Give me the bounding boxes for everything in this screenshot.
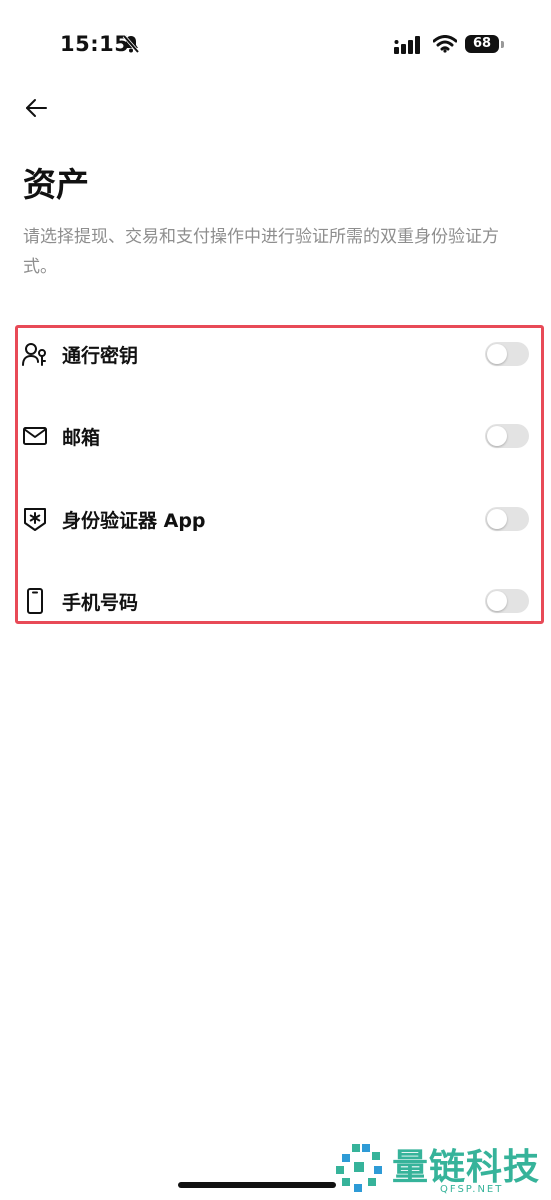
option-authenticator[interactable]: 身份验证器 App xyxy=(22,499,532,539)
authenticator-toggle[interactable] xyxy=(485,507,529,531)
page-description: 请选择提现、交易和支付操作中进行验证所需的双重身份验证方式。 xyxy=(23,227,499,277)
watermark-logo-icon xyxy=(336,1144,382,1192)
toggle-knob xyxy=(487,509,507,529)
option-label: 通行密钥 xyxy=(62,344,139,367)
signal-icon xyxy=(394,36,424,58)
option-label: 邮箱 xyxy=(62,426,101,449)
battery-cap xyxy=(501,41,504,48)
home-indicator[interactable] xyxy=(178,1182,336,1188)
status-time: 15:15 xyxy=(60,32,130,56)
toggle-knob xyxy=(487,344,507,364)
passkey-icon xyxy=(22,341,48,367)
page-title: 资产 xyxy=(23,165,89,204)
status-bar: 15:15 68 xyxy=(0,0,551,90)
phone-icon xyxy=(22,588,48,614)
toggle-knob xyxy=(487,426,507,446)
toggle-knob xyxy=(487,591,507,611)
passkey-toggle[interactable] xyxy=(485,342,529,366)
authenticator-icon xyxy=(22,506,48,532)
option-email[interactable]: 邮箱 xyxy=(22,416,532,456)
arrow-left-icon xyxy=(26,99,47,117)
wifi-icon xyxy=(432,35,458,57)
option-label: 身份验证器 App xyxy=(62,509,206,532)
option-passkey[interactable]: 通行密钥 xyxy=(22,334,532,374)
option-phone[interactable]: 手机号码 xyxy=(22,581,532,621)
battery-icon: 68 xyxy=(465,35,499,53)
option-label: 手机号码 xyxy=(62,591,139,614)
bell-slash-icon xyxy=(121,34,141,58)
email-toggle[interactable] xyxy=(485,424,529,448)
watermark: 量链科技 QFSP.NET xyxy=(330,1138,551,1198)
watermark-text: 量链科技 xyxy=(392,1147,541,1188)
mail-icon xyxy=(22,423,48,449)
watermark-subtext: QFSP.NET xyxy=(440,1184,504,1195)
phone-toggle[interactable] xyxy=(485,589,529,613)
back-button[interactable] xyxy=(20,94,52,122)
